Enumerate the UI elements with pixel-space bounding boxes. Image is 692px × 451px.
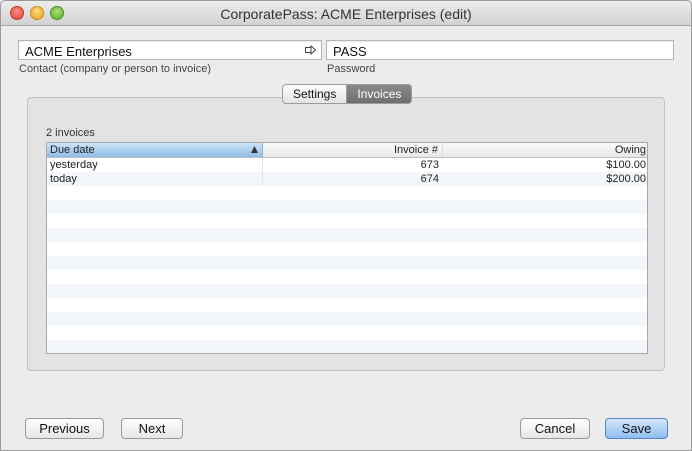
title-bar: CorporatePass: ACME Enterprises (edit) <box>1 1 691 26</box>
table-header: Due date Invoice # Owing <box>47 143 647 158</box>
column-header-due-date[interactable]: Due date <box>47 143 263 157</box>
password-caption: Password <box>327 63 376 75</box>
tab-bar: Settings Invoices <box>282 84 413 104</box>
empty-row <box>47 340 647 353</box>
table-row[interactable]: yesterday 673 $100.00 <box>47 158 647 172</box>
invoice-number-cell: 674 <box>420 173 439 185</box>
empty-row <box>47 228 647 242</box>
next-button[interactable]: Next <box>121 418 183 439</box>
column-header-owing[interactable]: Owing <box>443 143 647 157</box>
contact-caption: Contact (company or person to invoice) <box>19 63 211 75</box>
arrow-right-icon[interactable] <box>305 45 316 55</box>
empty-row <box>47 270 647 284</box>
previous-button[interactable]: Previous <box>25 418 104 439</box>
table-body: yesterday 673 $100.00 today 674 $200.00 <box>47 158 647 353</box>
password-value: PASS <box>333 44 367 59</box>
save-button[interactable]: Save <box>605 418 668 439</box>
owing-cell: $100.00 <box>606 159 646 171</box>
empty-row <box>47 186 647 200</box>
sort-ascending-icon <box>251 146 258 153</box>
due-date-cell: today <box>47 172 263 186</box>
contact-value: ACME Enterprises <box>25 44 132 59</box>
invoice-count: 2 invoices <box>46 127 95 139</box>
empty-row <box>47 214 647 228</box>
window-title: CorporatePass: ACME Enterprises (edit) <box>220 6 472 22</box>
empty-row <box>47 298 647 312</box>
column-header-invoice-number[interactable]: Invoice # <box>263 143 443 157</box>
contact-field[interactable]: ACME Enterprises <box>18 40 322 60</box>
empty-row <box>47 256 647 270</box>
empty-row <box>47 242 647 256</box>
tab-settings[interactable]: Settings <box>282 84 348 104</box>
table-row[interactable]: today 674 $200.00 <box>47 172 647 186</box>
empty-row <box>47 312 647 326</box>
password-field[interactable]: PASS <box>326 40 674 60</box>
cancel-button[interactable]: Cancel <box>520 418 590 439</box>
invoices-table[interactable]: Due date Invoice # Owing yesterday 673 $… <box>46 142 648 354</box>
empty-row <box>47 200 647 214</box>
empty-row <box>47 326 647 340</box>
column-header-label: Due date <box>50 144 95 156</box>
owing-cell: $200.00 <box>606 173 646 185</box>
editor-window: CorporatePass: ACME Enterprises (edit) A… <box>0 0 692 451</box>
empty-row <box>47 284 647 298</box>
invoice-number-cell: 673 <box>420 159 439 171</box>
due-date-cell: yesterday <box>47 158 263 172</box>
tab-invoices[interactable]: Invoices <box>347 84 413 104</box>
